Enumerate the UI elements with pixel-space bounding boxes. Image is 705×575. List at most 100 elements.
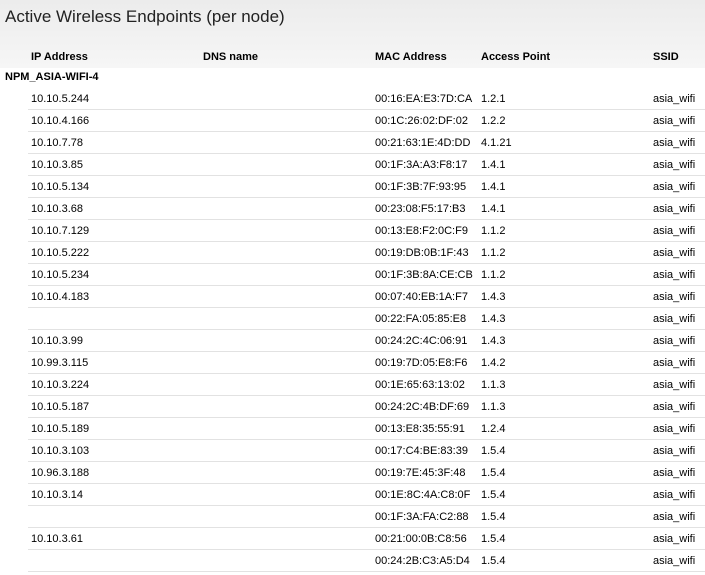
ssid-cell: asia_wifi (653, 159, 696, 171)
mac-cell: 00:24:2C:4B:DF:69 (375, 401, 470, 413)
table-row[interactable]: 10.10.3.85 00:1F:3A:A3:F8:17 1.4.1 asia_wif… (28, 154, 705, 176)
mac-cell: 00:1F:3A:A3:F8:17 (375, 159, 468, 171)
access-point-cell: 1.4.1 (481, 181, 506, 193)
table-row[interactable]: 00:22:FA:05:85:E8 1.4.3 asia_wifi (28, 308, 705, 330)
access-point-cell: 1.4.1 (481, 159, 506, 171)
column-header-ssid[interactable]: SSID (653, 51, 679, 63)
ip-cell: 10.10.5.222 (31, 247, 90, 259)
table-row[interactable]: 00:1F:3A:FA:C2:88 1.5.4 asia_wifi (28, 506, 705, 528)
access-point-cell: 1.4.2 (481, 357, 506, 369)
mac-cell: 00:21:00:0B:C8:56 (375, 533, 467, 545)
access-point-cell: 1.4.3 (481, 335, 506, 347)
mac-cell: 00:1E:8C:4A:C8:0F (375, 489, 471, 501)
table-row[interactable]: 10.99.3.115 00:19:7D:05:E8:F6 1.4.2 asia_wi… (28, 352, 705, 374)
table-row[interactable]: 10.96.3.188 00:19:7E:45:3F:48 1.5.4 asia_wi… (28, 462, 705, 484)
ip-cell: 10.10.5.189 (31, 423, 90, 435)
mac-cell: 00:13:E8:F2:0C:F9 (375, 225, 468, 237)
mac-cell: 00:1E:65:63:13:02 (375, 379, 465, 391)
table-row[interactable]: 10.10.3.224 00:1E:65:63:13:02 1.1.3 asia_wi… (28, 374, 705, 396)
ssid-cell: asia_wifi (653, 511, 696, 523)
ssid-cell: asia_wifi (653, 269, 696, 281)
ip-cell: 10.10.3.61 (31, 533, 83, 545)
column-header-access-point[interactable]: Access Point (481, 51, 550, 63)
mac-cell: 00:21:63:1E:4D:DD (375, 137, 471, 149)
ip-cell: 10.10.3.99 (31, 335, 83, 347)
table-row[interactable]: 10.10.5.222 00:19:DB:0B:1F:43 1.1.2 asia_wi… (28, 242, 705, 264)
mac-cell: 00:22:FA:05:85:E8 (375, 313, 467, 325)
ssid-cell: asia_wifi (653, 467, 696, 479)
page-title: Active Wireless Endpoints (per node) (5, 7, 285, 26)
table-row[interactable]: 10.10.4.183 00:07:40:EB:1A:F7 1.4.3 asia_wi… (28, 286, 705, 308)
ip-cell: 10.10.4.183 (31, 291, 90, 303)
table-row[interactable]: 10.10.5.187 00:24:2C:4B:DF:69 1.1.3 asia_wi… (28, 396, 705, 418)
access-point-cell: 1.5.4 (481, 511, 506, 523)
ip-cell: 10.10.3.14 (31, 489, 83, 501)
access-point-cell: 1.5.4 (481, 445, 506, 457)
mac-cell: 00:1F:3B:8A:CE:CB (375, 269, 473, 281)
ssid-cell: asia_wifi (653, 291, 696, 303)
ip-cell: 10.10.5.234 (31, 269, 90, 281)
access-point-cell: 4.1.21 (481, 137, 512, 149)
access-point-cell: 1.4.1 (481, 203, 506, 215)
ssid-cell: asia_wifi (653, 115, 696, 127)
ip-cell: 10.10.7.78 (31, 137, 83, 149)
ssid-cell: asia_wifi (653, 137, 696, 149)
access-point-cell: 1.1.3 (481, 401, 506, 413)
mac-cell: 00:19:DB:0B:1F:43 (375, 247, 469, 259)
ip-cell: 10.10.7.129 (31, 225, 90, 237)
mac-cell: 00:07:40:EB:1A:F7 (375, 291, 468, 303)
column-header-mac[interactable]: MAC Address (375, 51, 447, 63)
ip-cell: 10.10.3.68 (31, 203, 83, 215)
ssid-cell: asia_wifi (653, 335, 696, 347)
mac-cell: 00:1C:26:02:DF:02 (375, 115, 468, 127)
column-header-dns[interactable]: DNS name (203, 51, 258, 63)
endpoint-table: 10.10.5.244 00:16:EA:E3:7D:CA 1.2.1 asia_wi… (0, 88, 705, 572)
table-row[interactable]: 00:24:2B:C3:A5:D4 1.5.4 asia_wifi (28, 550, 705, 572)
column-header-ip[interactable]: IP Address (31, 51, 88, 63)
access-point-cell: 1.1.2 (481, 247, 506, 259)
table-row[interactable]: 10.10.3.99 00:24:2C:4C:06:91 1.4.3 asia_wif… (28, 330, 705, 352)
table-row[interactable]: 10.10.3.14 00:1E:8C:4A:C8:0F 1.5.4 asia_wif… (28, 484, 705, 506)
ip-cell: 10.10.3.85 (31, 159, 83, 171)
ssid-cell: asia_wifi (653, 93, 696, 105)
table-row[interactable]: 10.10.4.166 00:1C:26:02:DF:02 1.2.2 asia_wi… (28, 110, 705, 132)
mac-cell: 00:24:2B:C3:A5:D4 (375, 555, 470, 567)
table-row[interactable]: 10.10.5.189 00:13:E8:35:55:91 1.2.4 asia_wi… (28, 418, 705, 440)
table-row[interactable]: 10.10.7.129 00:13:E8:F2:0C:F9 1.1.2 asia_wi… (28, 220, 705, 242)
access-point-cell: 1.5.4 (481, 555, 506, 567)
ssid-cell: asia_wifi (653, 203, 696, 215)
mac-cell: 00:23:08:F5:17:B3 (375, 203, 466, 215)
ssid-cell: asia_wifi (653, 555, 696, 567)
table-row[interactable]: 10.10.5.234 00:1F:3B:8A:CE:CB 1.1.2 asia_wi… (28, 264, 705, 286)
table-row[interactable]: 10.10.3.61 00:21:00:0B:C8:56 1.5.4 asia_wif… (28, 528, 705, 550)
ssid-cell: asia_wifi (653, 247, 696, 259)
table-row[interactable]: 10.10.3.103 00:17:C4:BE:83:39 1.5.4 asia_wi… (28, 440, 705, 462)
mac-cell: 00:24:2C:4C:06:91 (375, 335, 468, 347)
mac-cell: 00:19:7E:45:3F:48 (375, 467, 466, 479)
table-row[interactable]: 10.10.7.78 00:21:63:1E:4D:DD 4.1.21 asia_wi… (28, 132, 705, 154)
ssid-cell: asia_wifi (653, 313, 696, 325)
mac-cell: 00:19:7D:05:E8:F6 (375, 357, 468, 369)
ssid-cell: asia_wifi (653, 357, 696, 369)
mac-cell: 00:17:C4:BE:83:39 (375, 445, 468, 457)
node-group-label: NPM_ASIA-WIFI-4 (5, 71, 99, 83)
ssid-cell: asia_wifi (653, 181, 696, 193)
mac-cell: 00:1F:3A:FA:C2:88 (375, 511, 469, 523)
access-point-cell: 1.4.3 (481, 313, 506, 325)
access-point-cell: 1.5.4 (481, 467, 506, 479)
ssid-cell: asia_wifi (653, 401, 696, 413)
ssid-cell: asia_wifi (653, 445, 696, 457)
ssid-cell: asia_wifi (653, 423, 696, 435)
access-point-cell: 1.5.4 (481, 533, 506, 545)
table-row[interactable]: 10.10.5.244 00:16:EA:E3:7D:CA 1.2.1 asia_wi… (28, 88, 705, 110)
table-row[interactable]: 10.10.3.68 00:23:08:F5:17:B3 1.4.1 asia_wif… (28, 198, 705, 220)
ip-cell: 10.10.3.224 (31, 379, 90, 391)
access-point-cell: 1.2.2 (481, 115, 506, 127)
mac-cell: 00:16:EA:E3:7D:CA (375, 93, 473, 105)
access-point-cell: 1.1.2 (481, 225, 506, 237)
ip-cell: 10.10.5.244 (31, 93, 90, 105)
mac-cell: 00:13:E8:35:55:91 (375, 423, 465, 435)
ssid-cell: asia_wifi (653, 489, 696, 501)
table-row[interactable]: 10.10.5.134 00:1F:3B:7F:93:95 1.4.1 asia_wi… (28, 176, 705, 198)
ip-cell: 10.10.5.134 (31, 181, 90, 193)
